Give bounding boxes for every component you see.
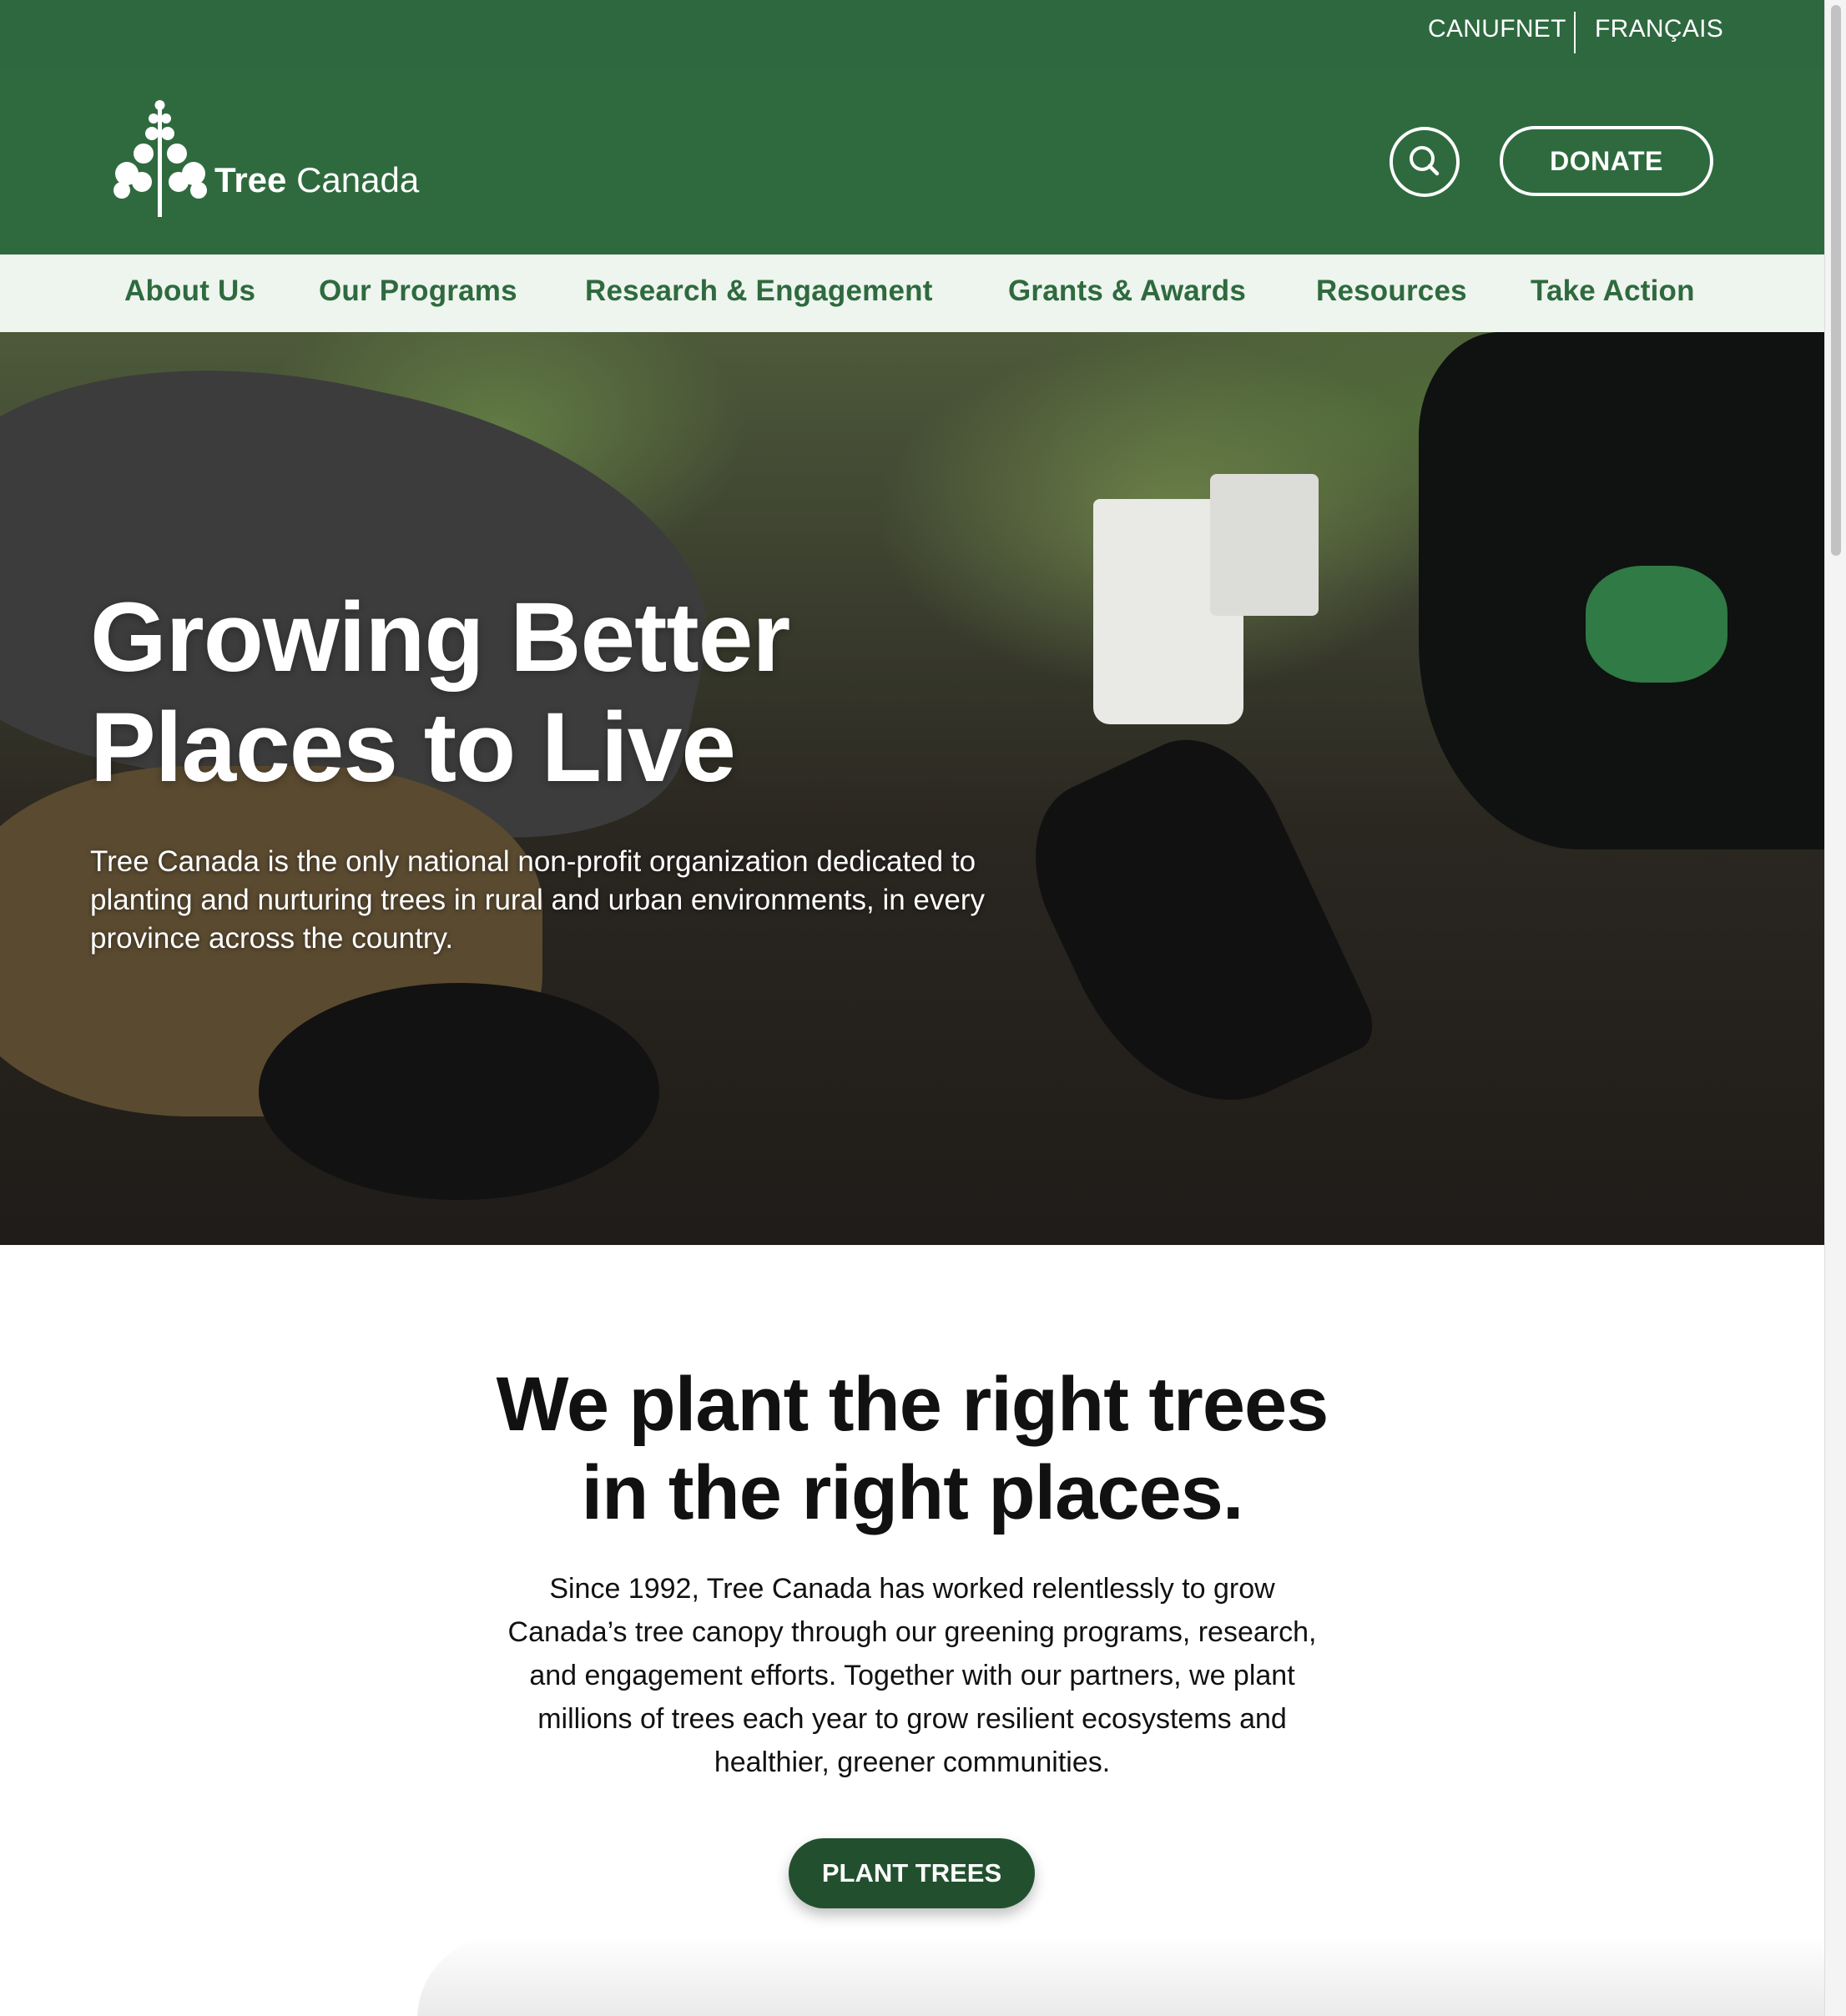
tree-logo-icon[interactable]: [110, 98, 210, 224]
page: CANUFNET FRANÇAIS Tree Canada DONATE Abo…: [0, 0, 1824, 2016]
hero-photo-pot: [259, 983, 659, 1200]
hero-description: Tree Canada is the only national non-pro…: [90, 845, 986, 955]
logo-wordmark[interactable]: Tree Canada: [214, 160, 419, 200]
hero-banner: Growing Better Places to Live Tree Canada…: [0, 332, 1824, 1245]
logo-word-canada: Canada: [296, 160, 420, 199]
utility-bar: CANUFNET FRANÇAIS: [0, 0, 1824, 67]
site-header: Tree Canada DONATE: [0, 67, 1824, 255]
intro-description: Since 1992, Tree Canada has worked relen…: [507, 1573, 1317, 1778]
nav-about-us[interactable]: About Us: [124, 275, 255, 308]
language-toggle-link[interactable]: FRANÇAIS: [1595, 15, 1723, 43]
scrollbar-thumb[interactable]: [1831, 5, 1841, 556]
next-section-card: [417, 1936, 1824, 2016]
intro-title: We plant the right trees in the right pla…: [496, 1362, 1329, 1535]
search-icon: [1410, 146, 1440, 176]
hero-title: Growing Better Places to Live: [90, 582, 790, 803]
nav-our-programs[interactable]: Our Programs: [319, 275, 517, 308]
canufnet-link[interactable]: CANUFNET: [1428, 15, 1566, 43]
logo-word-tree: Tree: [214, 160, 287, 199]
nav-resources[interactable]: Resources: [1316, 275, 1467, 308]
hero-photo-shovel: [1004, 713, 1383, 1145]
utility-divider: [1574, 12, 1576, 53]
main-nav: About Us Our Programs Research & Engagem…: [0, 255, 1824, 332]
scrollbar[interactable]: [1824, 0, 1846, 2016]
nav-research-engagement[interactable]: Research & Engagement: [585, 275, 933, 308]
nav-grants-awards[interactable]: Grants & Awards: [1008, 275, 1246, 308]
nav-take-action[interactable]: Take Action: [1531, 275, 1695, 308]
donate-button[interactable]: DONATE: [1500, 126, 1713, 196]
plant-trees-button[interactable]: PLANT TREES: [789, 1838, 1035, 1908]
hero-photo-bucket-2: [1210, 474, 1319, 616]
search-button[interactable]: [1390, 127, 1460, 197]
hero-photo-glove: [1586, 566, 1727, 683]
